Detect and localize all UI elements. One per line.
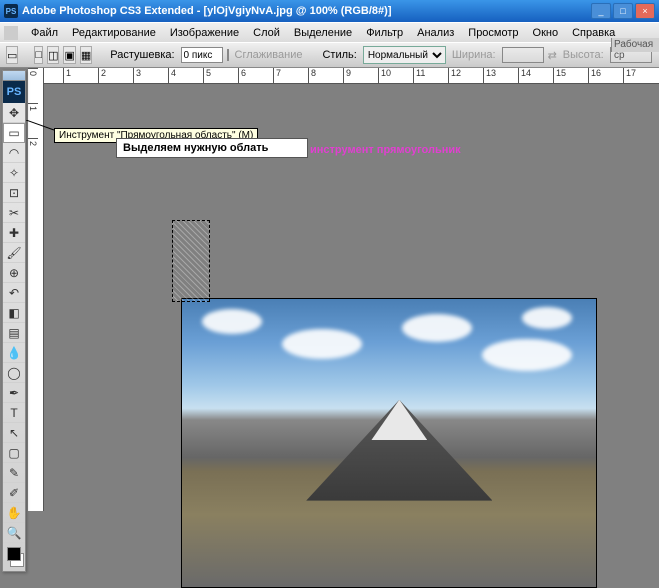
stamp-tool[interactable]: ⊕ bbox=[3, 263, 25, 283]
rectangle-tool[interactable]: ▢ bbox=[3, 443, 25, 463]
notes-tool[interactable]: ✎ bbox=[3, 463, 25, 483]
feather-label: Растушевка: bbox=[110, 49, 174, 61]
window-titlebar: PS Adobe Photoshop CS3 Extended - [ylOjV… bbox=[0, 0, 659, 22]
menu-view[interactable]: Просмотр bbox=[461, 25, 525, 41]
menu-edit[interactable]: Редактирование bbox=[65, 25, 163, 41]
app-icon: PS bbox=[4, 4, 18, 18]
foreground-color[interactable] bbox=[7, 547, 21, 561]
style-label: Стиль: bbox=[322, 49, 356, 61]
menu-filter[interactable]: Фильтр bbox=[359, 25, 410, 41]
menu-file[interactable]: Файл bbox=[24, 25, 65, 41]
eraser-tool[interactable]: ◧ bbox=[3, 303, 25, 323]
close-button[interactable]: × bbox=[635, 3, 655, 19]
document-icon bbox=[4, 26, 18, 40]
crop-tool[interactable]: ⊡ bbox=[3, 183, 25, 203]
eyedropper-tool[interactable]: ✐ bbox=[3, 483, 25, 503]
menu-select[interactable]: Выделение bbox=[287, 25, 359, 41]
brush-tool[interactable]: 🖌 bbox=[3, 243, 25, 263]
type-tool[interactable]: T bbox=[3, 403, 25, 423]
color-swatches[interactable] bbox=[3, 543, 25, 571]
width-label: Ширина: bbox=[452, 49, 496, 61]
menu-image[interactable]: Изображение bbox=[163, 25, 246, 41]
menu-analysis[interactable]: Анализ bbox=[410, 25, 461, 41]
selection-subtract-icon[interactable]: ▣ bbox=[63, 46, 75, 64]
marquee-preset-icon[interactable]: ▭ bbox=[6, 46, 18, 64]
window-title: Adobe Photoshop CS3 Extended - [ylOjVgiy… bbox=[22, 5, 591, 17]
style-select[interactable]: Нормальный bbox=[363, 46, 446, 64]
move-tool[interactable]: ✥ bbox=[3, 103, 25, 123]
pen-tool[interactable]: ✒ bbox=[3, 383, 25, 403]
menu-window[interactable]: Окно bbox=[526, 25, 566, 41]
maximize-button[interactable]: □ bbox=[613, 3, 633, 19]
annotation-rectangle-tool: инструмент прямоугольник bbox=[310, 144, 461, 156]
menu-bar: Файл Редактирование Изображение Слой Выд… bbox=[0, 22, 659, 42]
workspace-label[interactable]: Рабочая ср bbox=[611, 38, 659, 52]
path-tool[interactable]: ↖ bbox=[3, 423, 25, 443]
antialias-checkbox bbox=[227, 49, 229, 61]
marquee-selection[interactable] bbox=[172, 220, 210, 302]
toolbox: PS ✥ ▭ ◠ ✧ ⊡ ✂ ✚ 🖌 ⊕ ↶ ◧ ▤ 💧 ◯ ✒ T ↖ ▢ ✎… bbox=[2, 70, 26, 572]
vertical-ruler: 012 bbox=[28, 68, 44, 511]
ps-badge-icon: PS bbox=[3, 81, 25, 103]
menu-layer[interactable]: Слой bbox=[246, 25, 287, 41]
selection-new-icon[interactable]: □ bbox=[34, 46, 43, 64]
horizontal-ruler: 01234567891011121314151617 bbox=[28, 68, 659, 84]
marquee-tool[interactable]: ▭ bbox=[3, 123, 25, 143]
wand-tool[interactable]: ✧ bbox=[3, 163, 25, 183]
blur-tool[interactable]: 💧 bbox=[3, 343, 25, 363]
slice-tool[interactable]: ✂ bbox=[3, 203, 25, 223]
dodge-tool[interactable]: ◯ bbox=[3, 363, 25, 383]
selection-add-icon[interactable]: ◫ bbox=[47, 46, 59, 64]
antialias-label: Сглаживание bbox=[235, 49, 303, 61]
lasso-tool[interactable]: ◠ bbox=[3, 143, 25, 163]
annotation-select-area: Выделяем нужную облать bbox=[116, 138, 308, 158]
hand-tool[interactable]: ✋ bbox=[3, 503, 25, 523]
toolbox-header[interactable] bbox=[3, 71, 25, 81]
height-label: Высота: bbox=[563, 49, 604, 61]
width-input bbox=[502, 47, 544, 63]
options-bar: ▭ □ ◫ ▣ ▦ Растушевка: Сглаживание Стиль:… bbox=[0, 42, 659, 68]
history-brush-tool[interactable]: ↶ bbox=[3, 283, 25, 303]
tooltip-arrow bbox=[26, 120, 56, 132]
selection-intersect-icon[interactable]: ▦ bbox=[80, 46, 92, 64]
healing-tool[interactable]: ✚ bbox=[3, 223, 25, 243]
zoom-tool[interactable]: 🔍 bbox=[3, 523, 25, 543]
gradient-tool[interactable]: ▤ bbox=[3, 323, 25, 343]
feather-input[interactable] bbox=[181, 47, 223, 63]
minimize-button[interactable]: _ bbox=[591, 3, 611, 19]
document-image[interactable] bbox=[181, 298, 597, 588]
